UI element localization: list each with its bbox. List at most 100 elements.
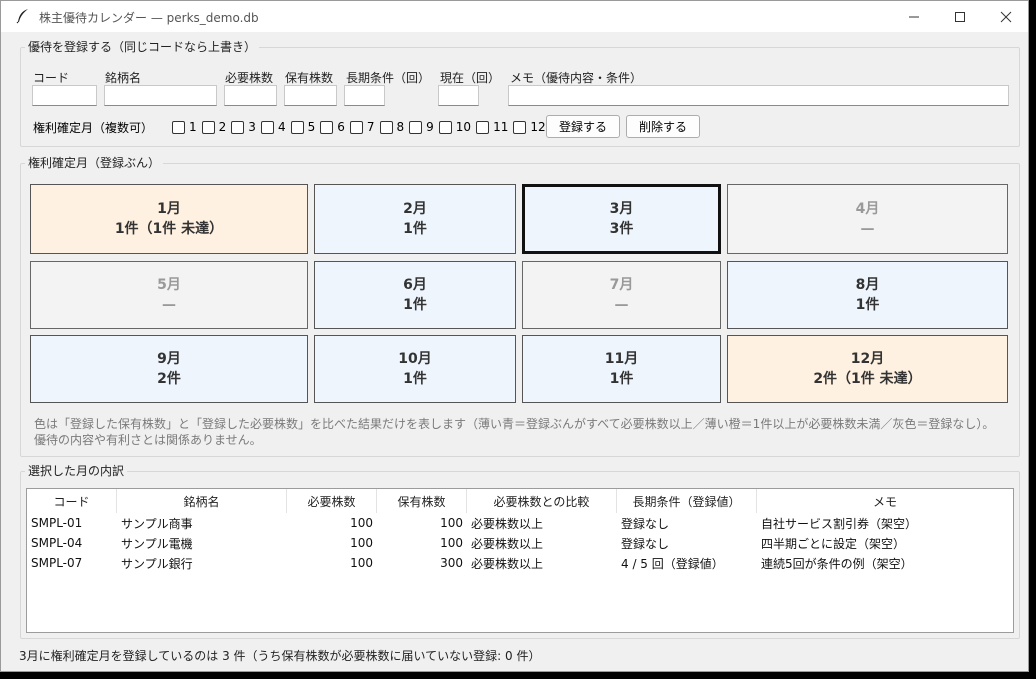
column-header-memo[interactable]: メモ [757,489,1013,513]
checkbox-icon[interactable] [438,120,452,134]
month-checkbox-7[interactable]: 7 [349,120,375,134]
month-checkbox-4[interactable]: 4 [260,120,286,134]
checkbox-icon[interactable] [290,120,304,134]
minimize-icon [909,16,919,17]
cell-required: 100 [350,516,373,530]
column-header-name[interactable]: 銘柄名 [117,489,287,513]
detail-group-label: 選択した月の内訳 [25,464,128,478]
month-tile-8[interactable]: 8月 1件 [727,261,1008,329]
tile-month: 6月 [403,277,427,293]
month-tile-6[interactable]: 6月 1件 [314,261,516,329]
tile-month: 2月 [403,201,427,217]
color-legend-note: 色は「登録した保有株数」と「登録した必要株数」を比べた結果だけを表します（薄い青… [34,416,1009,448]
month-tile-1[interactable]: 1月 1件（1件 未達） [30,184,308,254]
checkbox-icon[interactable] [172,120,186,134]
cell-name: サンプル銀行 [121,556,193,571]
tile-summary: 1件 [403,221,427,237]
calendar-group-label: 権利確定月（登録ぶん） [25,156,164,170]
app-window: 株主優待カレンダー — perks_demo.db 優待を登録する（同じコードな… [0,0,1029,672]
month-tile-10[interactable]: 10月 1件 [314,335,516,403]
cell-comparison: 必要株数以上 [471,516,544,531]
tile-month: 5月 [157,277,181,293]
status-bar: 3月に権利確定月を登録しているのは 3 件（うち保有株数が必要株数に届いていない… [19,649,541,663]
name-field[interactable] [104,85,217,106]
tile-summary: — [860,221,875,237]
cell-comparison: 必要株数以上 [471,536,544,551]
month-checkbox-9[interactable]: 9 [409,120,434,134]
cell-required: 100 [350,556,373,570]
memo-field[interactable] [508,85,1009,106]
column-header-held[interactable]: 保有株数 [377,489,467,513]
cell-long-term: 登録なし [621,536,670,551]
checkbox-icon[interactable] [231,120,245,134]
register-button[interactable]: 登録する [546,115,620,138]
month-checkbox-5[interactable]: 5 [290,120,315,134]
checkbox-icon[interactable] [201,120,215,134]
column-header-long-term[interactable]: 長期条件（登録値） [617,489,757,513]
checkbox-icon[interactable] [513,120,527,134]
maximize-button[interactable] [937,1,983,32]
month-tile-3[interactable]: 3月 3件 [522,184,721,254]
table-row[interactable]: SMPL-04 サンプル電機 100 100 必要株数以上 登録なし 四半期ごと… [27,533,1013,553]
month-tile-7[interactable]: 7月 — [522,261,721,329]
tile-summary: 1件（1件 未達） [114,221,224,237]
detail-table[interactable]: コード 銘柄名 必要株数 保有株数 必要株数との比較 長期条件（登録値） メモ … [26,488,1014,633]
cell-memo: 四半期ごとに設定（架空） [761,536,906,551]
held-shares-field[interactable] [284,85,337,106]
tile-summary: 3件 [609,221,634,237]
tile-summary: 1件 [855,297,880,313]
months-checkbox-row: 権利確定月（複数可） 1 2 3 4 5 6 7 8 9 10 11 12 [33,118,551,136]
cell-held: 100 [440,536,463,550]
long-term-field[interactable] [344,85,385,106]
month-checkbox-12[interactable]: 12 [513,120,546,134]
required-shares-field[interactable] [224,85,277,106]
checkbox-icon[interactable] [349,120,363,134]
month-tile-5[interactable]: 5月 — [30,261,308,329]
minimize-button[interactable] [891,1,937,32]
checkbox-icon[interactable] [409,120,423,134]
code-field[interactable] [32,85,97,106]
column-header-required[interactable]: 必要株数 [287,489,377,513]
cell-name: サンプル商事 [121,516,193,531]
month-tile-2[interactable]: 2月 1件 [314,184,516,254]
column-header-code[interactable]: コード [27,489,117,513]
month-checkbox-1[interactable]: 1 [172,120,197,134]
month-checkbox-8[interactable]: 8 [379,120,404,134]
maximize-icon [955,11,965,22]
checkbox-icon[interactable] [476,120,490,134]
month-tile-12[interactable]: 12月 2件（1件 未達） [727,335,1008,403]
table-row[interactable]: SMPL-01 サンプル商事 100 100 必要株数以上 登録なし 自社サービ… [27,513,1013,533]
tile-summary: — [162,297,176,313]
cell-held: 100 [440,516,463,530]
tile-month: 1月 [157,201,181,217]
close-button[interactable] [983,1,1029,32]
month-checkbox-6[interactable]: 6 [320,120,345,134]
long-term-label: 長期条件（回） [346,71,431,85]
month-tile-4[interactable]: 4月 — [727,184,1008,254]
name-label: 銘柄名 [105,71,142,85]
delete-button[interactable]: 削除する [626,115,700,138]
tile-month: 11月 [604,351,639,367]
column-header-comparison[interactable]: 必要株数との比較 [467,489,617,513]
month-checkbox-11[interactable]: 11 [476,120,508,134]
register-group: 優待を登録する（同じコードなら上書き） コード 銘柄名 必要株数 保有株数 長期… [20,40,1020,147]
checkbox-icon[interactable] [379,120,393,134]
month-tile-11[interactable]: 11月 1件 [522,335,721,403]
month-checkbox-3[interactable]: 3 [231,120,256,134]
calendar-group: 権利確定月（登録ぶん） 1月 1件（1件 未達） 2月 1件 3月 3件 4月 … [20,156,1020,457]
tile-month: 8月 [855,277,880,293]
current-count-field[interactable] [438,85,479,106]
checkbox-icon[interactable] [320,120,334,134]
cell-memo: 連続5回が条件の例（架空） [761,556,913,571]
required-shares-label: 必要株数 [225,71,274,85]
month-tile-9[interactable]: 9月 2件 [30,335,308,403]
month-checkbox-10[interactable]: 10 [438,120,471,134]
cell-code: SMPL-01 [31,516,83,530]
detail-group: 選択した月の内訳 コード 銘柄名 必要株数 保有株数 必要株数との比較 長期条件… [20,464,1020,639]
month-checkbox-2[interactable]: 2 [201,120,226,134]
note-line-1: 色は「登録した保有株数」と「登録した必要株数」を比べた結果だけを表します（薄い青… [34,417,995,431]
tile-month: 7月 [609,277,634,293]
checkbox-icon[interactable] [260,120,274,134]
window-title: 株主優待カレンダー — perks_demo.db [39,11,259,25]
table-row[interactable]: SMPL-07 サンプル銀行 100 300 必要株数以上 4 / 5 回（登録… [27,553,1013,573]
